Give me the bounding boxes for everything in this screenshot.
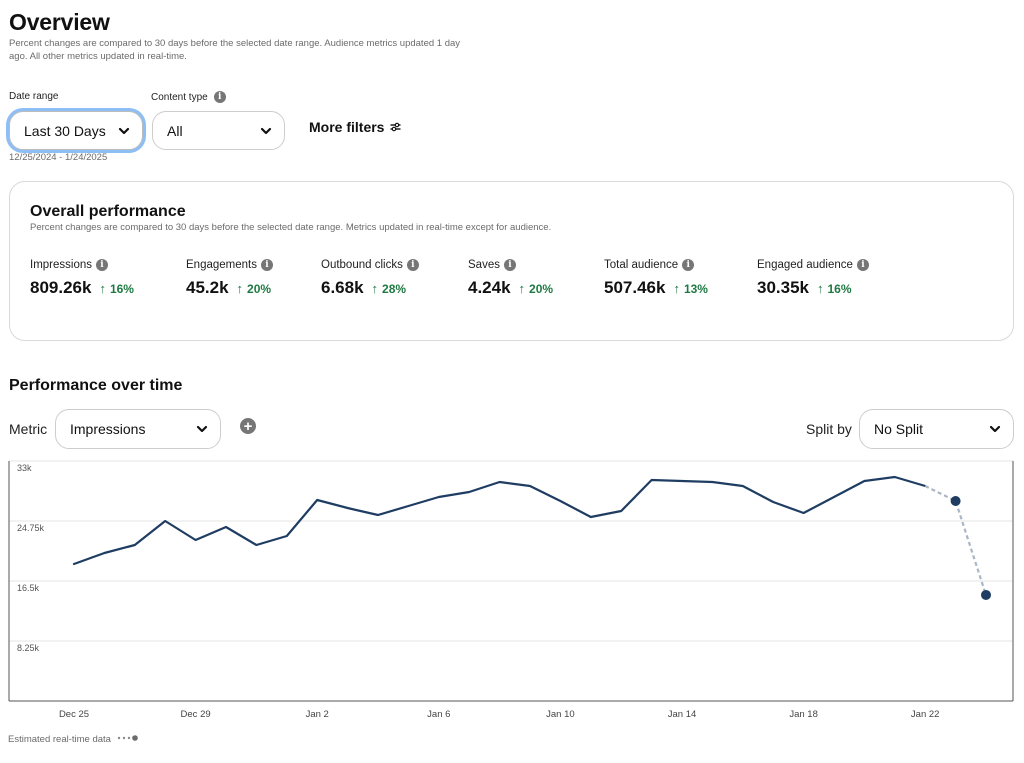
estimated-data-point	[981, 589, 991, 600]
metric-change-value: 20%	[247, 282, 272, 296]
metric-change: ↑ 28%	[372, 281, 407, 296]
chevron-down-icon	[196, 423, 208, 435]
x-tick-label: Jan 18	[789, 709, 818, 720]
metric-change: ↑ 20%	[237, 281, 272, 296]
metric-label: Outbound clicks	[321, 259, 403, 271]
date-range-caption: 12/25/2024 - 1/24/2025	[9, 152, 108, 163]
legend-label: Estimated real-time data	[8, 734, 111, 745]
x-tick-label: Jan 22	[911, 709, 940, 720]
grid-layer: 33k 24.75k 16.5k 8.25k	[9, 460, 1013, 653]
y-tick-label: 33k	[17, 463, 32, 473]
metric-value: 6.68k	[321, 278, 364, 297]
x-tick-label: Dec 25	[59, 709, 89, 720]
metric-value: 4.24k	[468, 278, 511, 297]
metric-outbound-clicks: Outbound clicks i 6.68k ↑ 28%	[321, 258, 419, 298]
plus-icon: +	[243, 417, 253, 435]
arrow-up-icon: ↑	[99, 281, 106, 296]
chart-legend: Estimated real-time data	[8, 734, 145, 745]
overall-performance-title: Overall performance	[30, 203, 186, 220]
x-tick-label: Jan 6	[427, 709, 450, 720]
more-filters-button[interactable]: More filters	[309, 119, 401, 135]
info-icon[interactable]: i	[503, 259, 516, 271]
metric-select-label: Metric	[9, 421, 48, 437]
metric-value: 809.26k	[30, 278, 92, 297]
content-type-label: Content type i	[151, 91, 226, 103]
metric-change-value: 16%	[109, 282, 134, 296]
arrow-up-icon: ↑	[518, 281, 526, 296]
y-tick-label: 8.25k	[17, 643, 40, 653]
chevron-down-icon	[260, 125, 272, 137]
date-range-value: Last 30 Days	[24, 122, 106, 139]
metric-value: 45.2k	[186, 278, 229, 297]
line-layer	[72, 475, 991, 600]
content-type-value: All	[167, 122, 183, 139]
content-type-select[interactable]: All	[152, 111, 285, 150]
date-range-label: Date range	[9, 91, 59, 102]
metric-change-value: 16%	[827, 282, 852, 296]
info-icon[interactable]: i	[682, 259, 695, 271]
info-icon[interactable]: i	[213, 91, 226, 103]
impressions-line-chart: 33k 24.75k 16.5k 8.25k Dec 25 Dec 29 Jan 2 Jan…	[8, 460, 1014, 720]
metric-change-value: 13%	[683, 282, 708, 296]
info-icon[interactable]: i	[856, 259, 869, 271]
page-subtitle: Percent changes are compared to 30 days …	[9, 38, 461, 62]
metric-label: Total audience	[604, 259, 679, 271]
x-tick-label: Jan 2	[306, 709, 329, 720]
metric-change: ↑ 16%	[817, 281, 852, 296]
metric-engaged-audience: Engaged audience i 30.35k ↑ 16%	[757, 258, 869, 298]
content-type-label-text: Content type	[151, 91, 208, 103]
metric-impressions: Impressions i 809.26k ↑ 16%	[30, 258, 134, 298]
overall-performance-subtitle: Percent changes are compared to 30 days …	[30, 222, 552, 233]
x-tick-label: Dec 29	[181, 709, 211, 720]
date-range-select[interactable]: Last 30 Days	[9, 111, 143, 150]
estimated-data-point	[950, 496, 961, 506]
split-by-value: No Split	[874, 421, 924, 437]
page-title: Overview	[9, 9, 110, 35]
arrow-up-icon: ↑	[236, 281, 244, 296]
split-by-label: Split by	[806, 421, 852, 437]
metric-label: Engagements	[186, 259, 257, 271]
info-icon[interactable]: i	[406, 259, 419, 271]
chevron-down-icon	[989, 423, 1001, 435]
metric-total-audience: Total audience i 507.46k ↑ 13%	[604, 258, 708, 298]
metric-change: ↑ 16%	[99, 281, 134, 296]
metric-value: 507.46k	[604, 278, 666, 297]
metric-engagements: Engagements i 45.2k ↑ 20%	[186, 258, 273, 298]
arrow-up-icon: ↑	[673, 281, 680, 296]
info-icon[interactable]: i	[96, 259, 108, 271]
y-tick-label: 16.5k	[17, 583, 40, 593]
performance-over-time-title: Performance over time	[9, 377, 183, 394]
metric-select-value: Impressions	[70, 421, 146, 437]
arrow-up-icon: ↑	[817, 281, 824, 296]
metric-select[interactable]: Impressions	[55, 409, 221, 449]
filter-sliders-icon	[390, 119, 401, 135]
metric-change-value: 28%	[382, 282, 407, 296]
chevron-down-icon	[118, 125, 130, 137]
more-filters-label: More filters	[309, 119, 385, 135]
split-by-select[interactable]: No Split	[859, 409, 1014, 449]
estimated-dots-icon	[117, 734, 145, 745]
add-metric-button[interactable]: +	[240, 418, 256, 434]
metric-value: 30.35k	[757, 278, 809, 297]
metric-label: Engaged audience	[757, 259, 853, 271]
metric-label: Impressions	[30, 259, 92, 271]
metric-change-value: 20%	[529, 282, 554, 296]
y-tick-label: 24.75k	[17, 523, 45, 533]
metric-change: ↑ 13%	[673, 281, 708, 296]
x-tick-label: Jan 14	[668, 709, 697, 720]
x-tick-layer: Dec 25 Dec 29 Jan 2 Jan 6 Jan 10 Jan 14 Jan 18…	[59, 709, 940, 720]
arrow-up-icon: ↑	[371, 281, 379, 296]
x-tick-label: Jan 10	[546, 709, 575, 720]
metric-label: Saves	[468, 259, 500, 271]
info-icon[interactable]: i	[260, 259, 273, 271]
metric-saves: Saves i 4.24k ↑ 20%	[468, 258, 553, 298]
metric-change: ↑ 20%	[519, 281, 554, 296]
